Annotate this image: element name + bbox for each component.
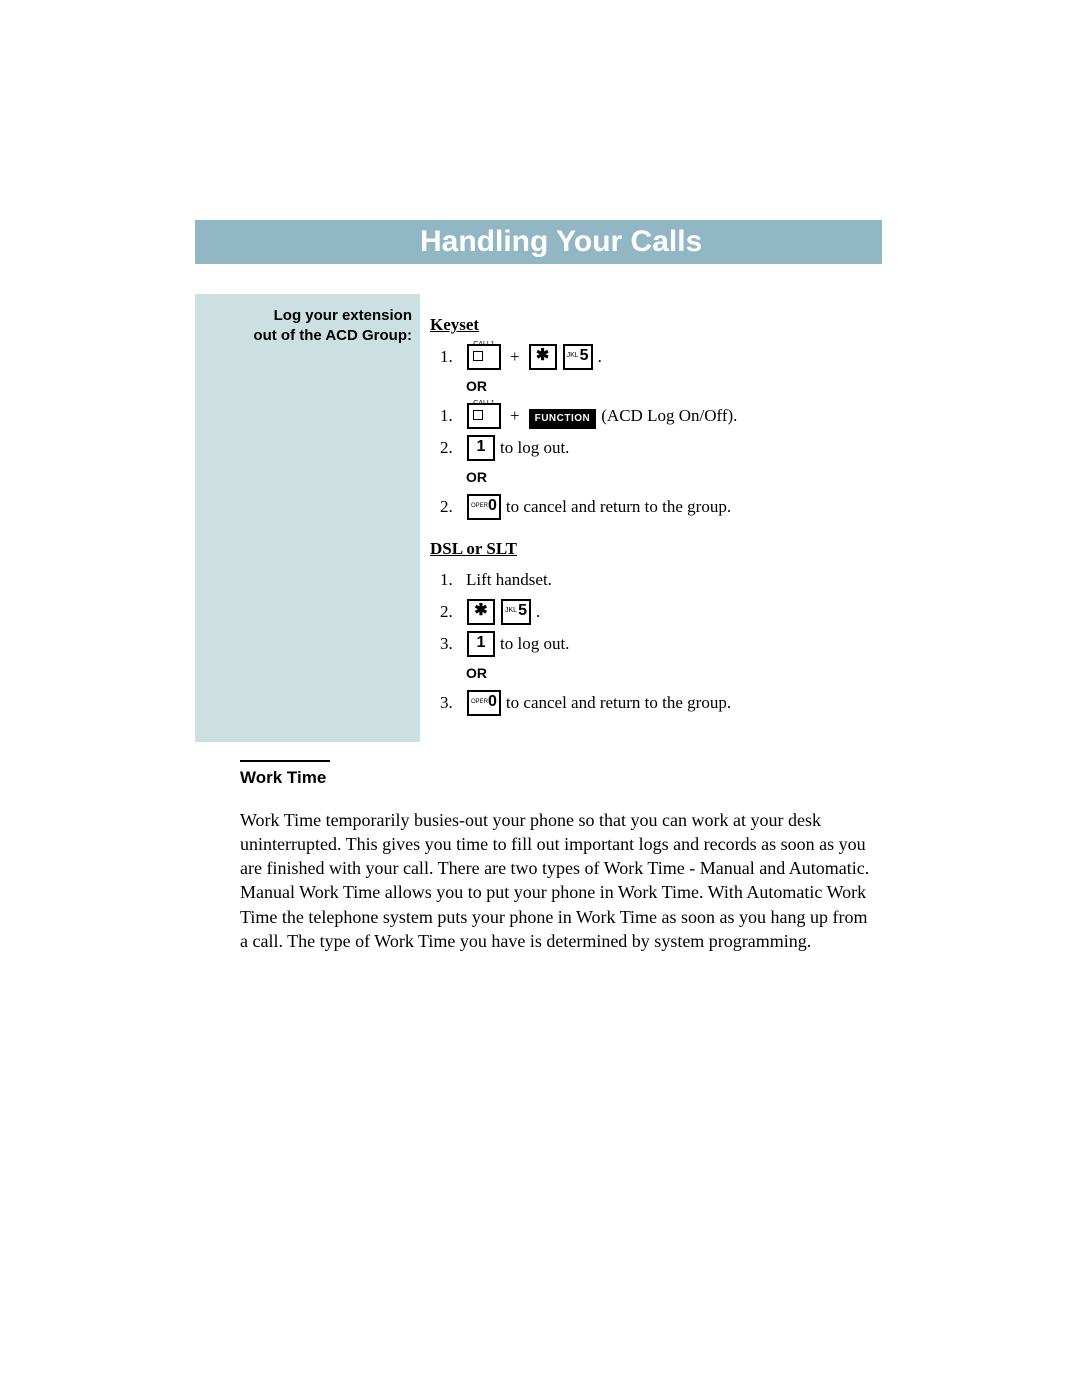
star-key-icon: ✱ — [529, 344, 557, 370]
or-separator: OR — [466, 663, 880, 684]
dsl-step-1: 1. Lift handset. — [440, 567, 880, 593]
step-number: 2. — [440, 435, 462, 461]
sidebar-line1: Log your extension — [195, 306, 412, 326]
sidebar-label: Log your extension out of the ACD Group: — [195, 294, 420, 742]
step-text: (ACD Log On/Off). — [601, 403, 737, 429]
dsl-step-2: 2. ✱ JKL5 . — [440, 599, 880, 625]
step-number: 2. — [440, 599, 462, 625]
zero-key-sub: OPER — [471, 503, 488, 509]
five-key-main: 5 — [518, 602, 527, 619]
step-text: to log out. — [500, 631, 569, 657]
zero-key-main: 0 — [488, 693, 497, 710]
zero-key-icon: OPER0 — [467, 690, 501, 716]
dsl-heading: DSL or SLT — [430, 536, 880, 562]
five-key-sub: JKL — [567, 352, 579, 359]
zero-key-sub: OPER — [471, 699, 488, 705]
step-number: 1. — [440, 344, 462, 370]
worktime-heading: Work Time — [240, 768, 1080, 788]
dsl-step-3b: 3. OPER0 to cancel and return to the gro… — [440, 690, 880, 716]
or-separator: OR — [466, 467, 880, 488]
zero-key-icon: OPER0 — [467, 494, 501, 520]
sidebar-line2: out of the ACD Group: — [195, 326, 412, 346]
step-number: 2. — [440, 494, 462, 520]
one-key-icon: 1 — [467, 631, 495, 657]
plus-sign: + — [510, 344, 520, 370]
call1-label: CALL1 — [469, 394, 499, 414]
five-key-sub: JKL — [505, 607, 517, 614]
page-title: Handling Your Calls — [420, 220, 702, 264]
step-text: Lift handset. — [466, 567, 552, 593]
instruction-content: Keyset 1. CALL1 + ✱ JKL5 . OR 1. CALL1 +… — [420, 294, 880, 742]
zero-key-main: 0 — [488, 497, 497, 514]
step-text: to cancel and return to the group. — [506, 690, 731, 716]
five-key-icon: JKL5 — [563, 344, 593, 370]
instruction-block: Log your extension out of the ACD Group:… — [0, 294, 1080, 742]
period: . — [598, 344, 602, 370]
call1-key-icon: CALL1 — [467, 344, 501, 370]
step-number: 3. — [440, 690, 462, 716]
worktime-body: Work Time temporarily busies-out your ph… — [240, 808, 880, 954]
one-key-icon: 1 — [467, 435, 495, 461]
call1-label: CALL1 — [469, 335, 499, 355]
step-number: 3. — [440, 631, 462, 657]
subsection-rule — [240, 760, 330, 762]
keyset-step-2b: 2. OPER0 to cancel and return to the gro… — [440, 494, 880, 520]
period: . — [536, 599, 540, 625]
step-text: to log out. — [500, 435, 569, 461]
keyset-step-1a: 1. CALL1 + ✱ JKL5 . — [440, 344, 880, 370]
step-number: 1. — [440, 403, 462, 429]
or-separator: OR — [466, 376, 880, 397]
call1-key-icon: CALL1 — [467, 403, 501, 429]
step-number: 1. — [440, 567, 462, 593]
worktime-block: Work Time — [240, 760, 1080, 788]
function-key-icon: FUNCTION — [529, 409, 597, 429]
keyset-step-2a: 2. 1 to log out. — [440, 435, 880, 461]
dsl-step-3a: 3. 1 to log out. — [440, 631, 880, 657]
keyset-step-1b: 1. CALL1 + FUNCTION (ACD Log On/Off). — [440, 403, 880, 429]
title-bar: Handling Your Calls — [0, 220, 1080, 264]
plus-sign: + — [510, 403, 520, 429]
page: Handling Your Calls Log your extension o… — [0, 0, 1080, 953]
star-key-icon: ✱ — [467, 599, 495, 625]
five-key-main: 5 — [580, 347, 589, 364]
step-text: to cancel and return to the group. — [506, 494, 731, 520]
five-key-icon: JKL5 — [501, 599, 531, 625]
